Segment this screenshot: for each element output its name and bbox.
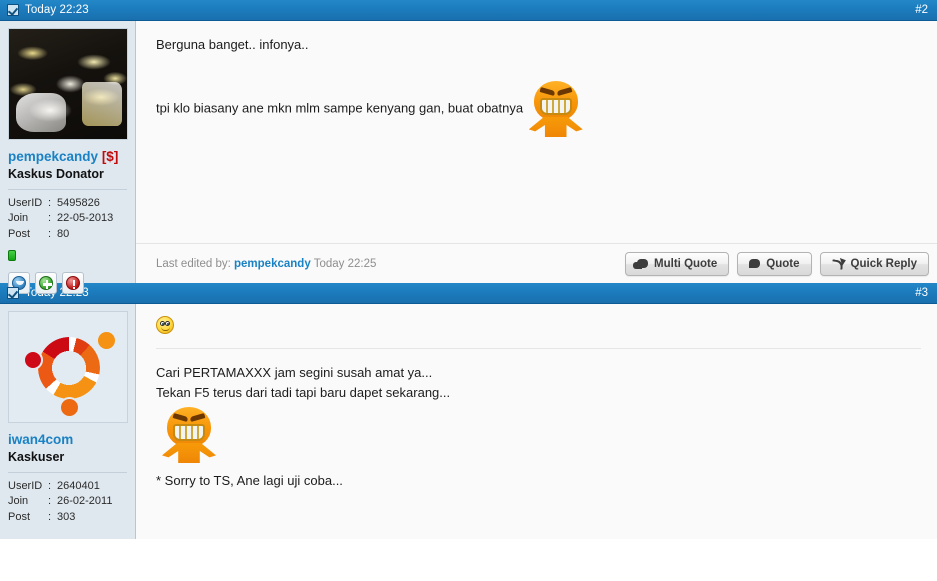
- online-status-indicator: [8, 250, 16, 262]
- sidebar-divider: [8, 471, 127, 473]
- user-meta-userid-sep: :: [48, 479, 52, 492]
- post-2-message-content: Berguna banget.. infonya.. tpi klo biasa…: [136, 21, 937, 243]
- username-link[interactable]: pempekcandy [$]: [8, 149, 127, 165]
- post-3-message-column: Cari PERTAMAXXX jam segini susah amat ya…: [136, 304, 937, 539]
- post-3-user-sidebar: iwan4com Kaskuser UserID : 2640401 Join …: [0, 304, 136, 539]
- avatar-photo-food-boxes: [9, 29, 127, 139]
- user-meta-join-value: 22-05-2013: [57, 212, 114, 225]
- forum-thread-page: Today 22:23 #2 pempekcandy [$] Kaskus Do…: [0, 0, 937, 581]
- user-meta-post: Post : 80: [8, 227, 127, 243]
- quick-reply-label: Quick Reply: [850, 257, 917, 270]
- post-2: Today 22:23 #2 pempekcandy [$] Kaskus Do…: [0, 0, 937, 295]
- user-meta-userid-key: UserID: [8, 196, 43, 209]
- quick-reply-button[interactable]: Quick Reply: [819, 251, 929, 276]
- user-meta-post-key: Post: [8, 227, 31, 240]
- last-edited-info: Last edited by: pempekcandy Today 22:25: [156, 258, 376, 270]
- user-meta-userid-sep: :: [48, 196, 52, 209]
- message-line-2-row: tpi klo biasany ane mkn mlm sampe kenyan…: [156, 81, 921, 137]
- post-3: Today 22:23 #3 iwan4com Kaskuser UserID …: [0, 283, 937, 539]
- avatar[interactable]: [8, 28, 128, 140]
- user-meta-join-sep: :: [48, 212, 52, 225]
- message-divider: [156, 348, 921, 349]
- user-meta-userid-value: 5495826: [57, 196, 100, 209]
- smiley-big-eyes-emoticon: [156, 316, 174, 334]
- user-title: Kaskuser: [8, 449, 65, 464]
- quote-label: Quote: [766, 257, 800, 270]
- username-text: pempekcandy: [8, 149, 99, 164]
- ubuntu-dot-top-icon: [96, 330, 117, 351]
- multi-quote-label: Multi Quote: [654, 257, 718, 270]
- message-line-3: * Sorry to TS, Ane lagi uji coba...: [156, 473, 343, 488]
- post-3-number[interactable]: #3: [915, 287, 928, 299]
- user-meta-join-value: 26-02-2011: [57, 495, 113, 508]
- user-action-buttons: [8, 272, 127, 295]
- post-2-header-left: Today 22:23: [7, 4, 89, 16]
- sidebar-divider: [8, 188, 127, 190]
- multi-quote-button[interactable]: Multi Quote: [625, 251, 730, 276]
- quote-button[interactable]: Quote: [737, 251, 812, 276]
- user-meta-post-key: Post: [8, 510, 31, 523]
- post-2-footer: Last edited by: pempekcandy Today 22:25 …: [136, 243, 937, 283]
- ubuntu-ring-icon: [38, 337, 100, 399]
- post-2-action-buttons: Multi Quote Quote Quick Reply: [625, 251, 929, 276]
- report-post-icon: [66, 276, 80, 291]
- speech-bubble-icon: [749, 259, 761, 268]
- message-line-1: Cari PERTAMAXXX jam segini susah amat ya…: [156, 365, 433, 380]
- checkbox-checked-icon[interactable]: [7, 287, 19, 299]
- avatar[interactable]: [8, 311, 128, 423]
- donor-badge: [$]: [101, 149, 119, 164]
- user-meta-join-key: Join: [8, 495, 29, 508]
- post-2-header: Today 22:23 #2: [0, 0, 937, 21]
- user-meta-post: Post : 303: [8, 510, 127, 526]
- ngakak-laughing-emoticon: [527, 81, 585, 137]
- post-3-message-content: Cari PERTAMAXXX jam segini susah amat ya…: [136, 304, 937, 539]
- user-meta-post-sep: :: [48, 227, 52, 240]
- user-meta-join-sep: :: [48, 495, 52, 508]
- post-2-date: Today 22:23: [25, 4, 89, 16]
- ngakak-laughing-emoticon: [160, 407, 218, 463]
- message-emoticon-row: [160, 407, 921, 463]
- add-reputation-button[interactable]: [35, 272, 57, 295]
- username-link[interactable]: iwan4com: [8, 432, 127, 448]
- user-meta-post-sep: :: [48, 510, 52, 523]
- user-meta-userid-value: 2640401: [57, 479, 100, 492]
- username-text: iwan4com: [8, 432, 74, 447]
- double-speech-bubble-icon: [633, 259, 649, 269]
- ubuntu-dot-left-icon: [23, 350, 43, 370]
- checkbox-checked-icon[interactable]: [7, 4, 19, 16]
- user-meta-userid: UserID : 5495826: [8, 196, 127, 212]
- post-2-number[interactable]: #2: [915, 4, 928, 16]
- message-line-2: tpi klo biasany ane mkn mlm sampe kenyan…: [156, 100, 524, 116]
- user-meta-post-value: 303: [57, 510, 76, 523]
- avatar-ubuntu-logo: [9, 312, 127, 422]
- user-meta-join-key: Join: [8, 212, 29, 225]
- user-title: Kaskus Donator: [8, 166, 104, 181]
- post-2-user-sidebar: pempekcandy [$] Kaskus Donator UserID : …: [0, 21, 136, 295]
- user-meta-join: Join : 22-05-2013: [8, 211, 127, 227]
- message-line-2: Tekan F5 terus dari tadi tapi baru dapet…: [156, 385, 451, 400]
- add-reputation-icon: [39, 276, 53, 291]
- post-2-body: pempekcandy [$] Kaskus Donator UserID : …: [0, 21, 937, 295]
- post-3-header: Today 22:23 #3: [0, 283, 937, 304]
- reply-arrow-icon: [832, 258, 845, 269]
- user-meta-post-value: 80: [57, 227, 70, 240]
- report-post-button[interactable]: [62, 272, 84, 295]
- user-meta-join: Join : 26-02-2011: [8, 494, 127, 510]
- user-meta-userid: UserID : 2640401: [8, 479, 127, 495]
- message-line-1: Berguna banget.. infonya..: [156, 37, 309, 52]
- last-edited-time: Today 22:25: [313, 257, 377, 270]
- last-edited-user-link[interactable]: pempekcandy: [234, 258, 311, 270]
- post-3-body: iwan4com Kaskuser UserID : 2640401 Join …: [0, 304, 937, 539]
- user-meta-userid-key: UserID: [8, 479, 43, 492]
- post-2-message-column: Berguna banget.. infonya.. tpi klo biasa…: [136, 21, 937, 283]
- last-edited-prefix: Last edited by:: [156, 257, 231, 270]
- ubuntu-dot-bottom-icon: [59, 397, 80, 418]
